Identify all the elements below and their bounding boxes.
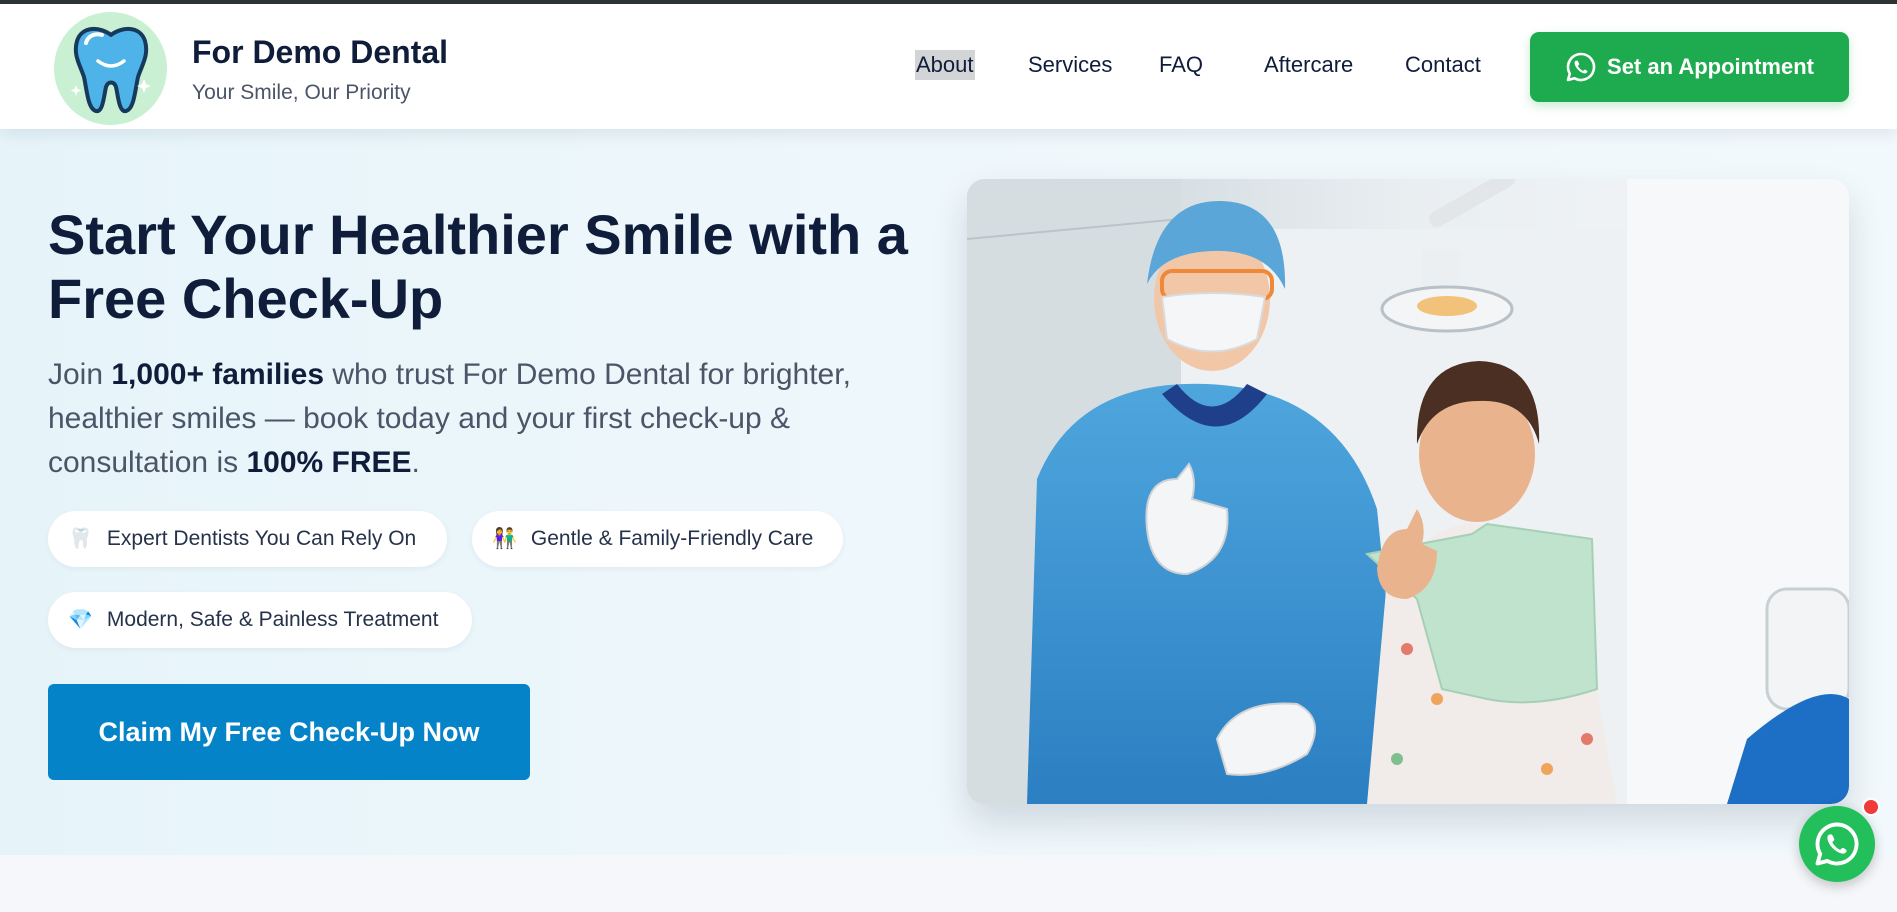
- hero-desc-text-3: .: [411, 446, 420, 479]
- whatsapp-icon: [1815, 822, 1859, 866]
- tooth-icon: 🦷: [68, 528, 93, 550]
- nav-about[interactable]: About: [915, 50, 975, 80]
- hero-desc-highlight-free: 100% FREE: [246, 446, 412, 479]
- set-appointment-button[interactable]: Set an Appointment: [1530, 32, 1849, 102]
- feature-label: Gentle & Family-Friendly Care: [530, 527, 814, 550]
- nav-contact[interactable]: Contact: [1404, 50, 1482, 80]
- notification-badge: [1862, 798, 1880, 816]
- hero-title: Start Your Healthier Smile with a Free C…: [48, 203, 908, 330]
- hero-description: Join 1,000+ families who trust For Demo …: [48, 353, 928, 485]
- feature-pill-modern-treatment: 💎 Modern, Safe & Painless Treatment: [48, 592, 472, 648]
- nav-services[interactable]: Services: [1027, 50, 1113, 80]
- claim-free-checkup-button[interactable]: Claim My Free Check-Up Now: [48, 684, 530, 780]
- next-section-background: [0, 855, 1897, 912]
- logo[interactable]: [54, 12, 167, 125]
- feature-label: Expert Dentists You Can Rely On: [106, 527, 417, 550]
- nav-faq[interactable]: FAQ: [1158, 50, 1204, 80]
- brand-tagline: Your Smile, Our Priority: [192, 81, 411, 104]
- hero-desc-highlight-families: 1,000+ families: [111, 358, 325, 391]
- site-header: For Demo Dental Your Smile, Our Priority…: [0, 4, 1897, 129]
- feature-pill-family-care: 👫 Gentle & Family-Friendly Care: [472, 511, 843, 567]
- gem-icon: 💎: [68, 609, 93, 631]
- tooth-logo-icon: [70, 26, 151, 113]
- feature-pill-expert-dentists: 🦷 Expert Dentists You Can Rely On: [48, 511, 447, 567]
- set-appointment-label: Set an Appointment: [1607, 54, 1814, 79]
- hero-photo-dentist-and-child: [967, 179, 1849, 804]
- feature-label: Modern, Safe & Painless Treatment: [106, 608, 439, 631]
- nav-aftercare[interactable]: Aftercare: [1263, 50, 1354, 80]
- whatsapp-chat-button[interactable]: [1799, 806, 1875, 882]
- hero-desc-text-1: Join: [48, 358, 112, 391]
- brand-name: For Demo Dental: [192, 34, 449, 70]
- family-icon: 👫: [492, 528, 517, 550]
- whatsapp-icon: [1566, 52, 1596, 82]
